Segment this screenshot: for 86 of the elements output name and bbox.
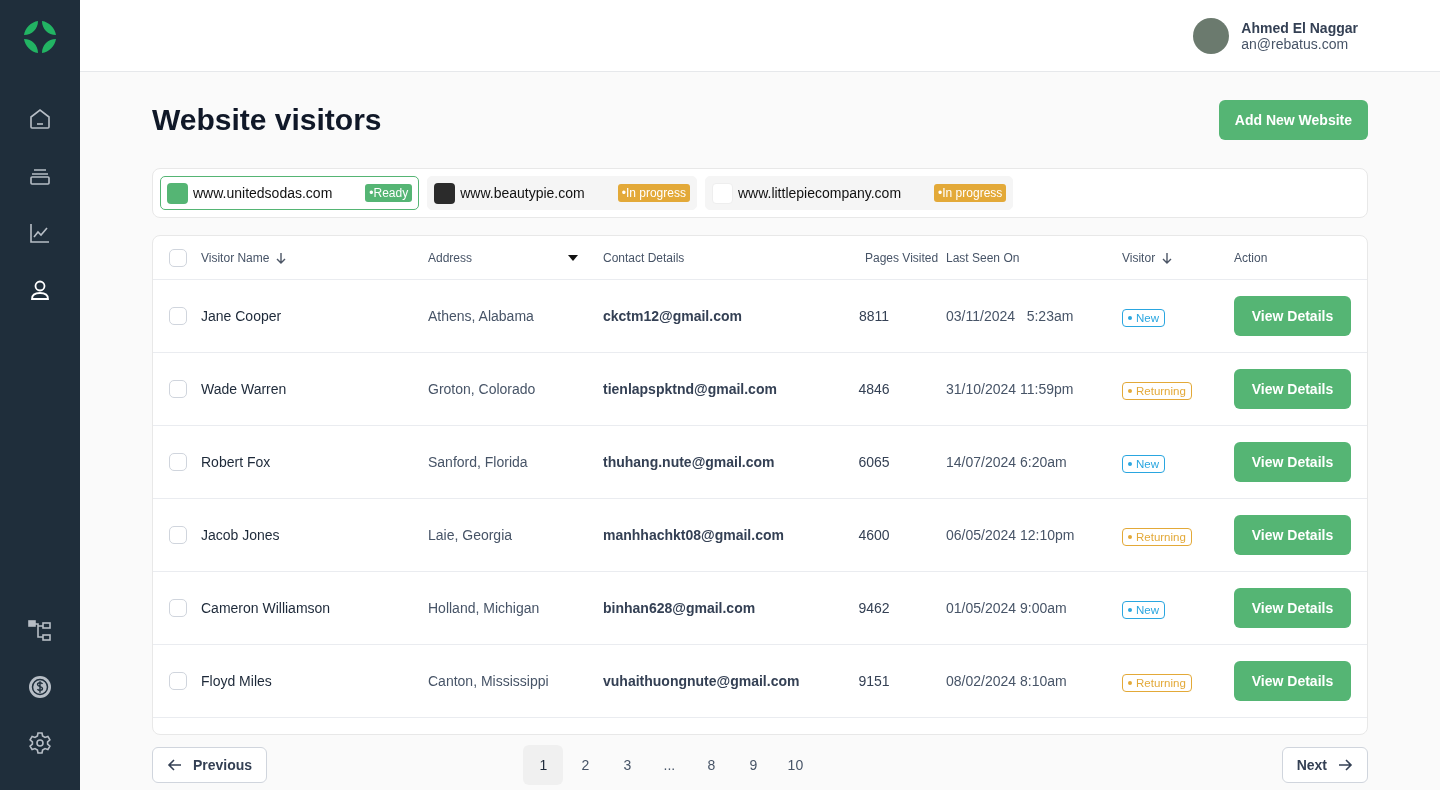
email-cell-text: vuhaithuongnute@gmail.com: [603, 673, 801, 689]
logo-icon: [24, 21, 56, 53]
site-tab[interactable]: www.beautypie.com •In progress: [427, 176, 697, 210]
address-cell-text: Holland, Michigan: [428, 600, 541, 616]
site-favicon: [167, 182, 188, 204]
row-checkbox[interactable]: [169, 307, 187, 325]
site-url: www.beautypie.com: [460, 185, 585, 201]
user-name: Ahmed El Naggar: [1241, 19, 1358, 36]
pages-cell-text: 9462: [857, 600, 891, 616]
visitor-tag: New: [1122, 600, 1165, 619]
user-icon[interactable]: [29, 279, 51, 301]
page-number[interactable]: 2: [565, 745, 606, 785]
status-badge: •In progress: [617, 184, 690, 202]
row-checkbox[interactable]: [169, 380, 187, 398]
column-header: Action: [1234, 250, 1269, 265]
avatar[interactable]: [1193, 17, 1230, 54]
column-header: Last Seen On: [946, 250, 1021, 265]
arrow-right-icon: [1337, 757, 1353, 773]
select-all-checkbox[interactable]: [169, 248, 187, 267]
column-header: Address: [428, 250, 603, 265]
visitor-name: Cameron Williamson: [201, 600, 332, 616]
address-cell-text: Athens, Alabama: [428, 308, 535, 324]
column-header: Visitor: [1122, 250, 1234, 265]
page-number[interactable]: 9: [733, 745, 774, 785]
next-button[interactable]: Next: [1281, 747, 1368, 783]
home-icon[interactable]: [29, 108, 51, 130]
last-seen-cell-text: 14/07/2024 6:20am: [946, 454, 1068, 470]
site-url: www.unitedsodas.com: [193, 185, 333, 201]
visitor-tag: New: [1122, 308, 1165, 327]
page-title: Website visitors: [152, 103, 382, 137]
site-favicon: [434, 182, 456, 204]
row-checkbox[interactable]: [169, 599, 187, 617]
visitor-name: Wade Warren: [201, 381, 288, 397]
visitor-tag: Returning: [1122, 381, 1192, 400]
pages-cell-text: 4600: [857, 527, 891, 543]
visitor-tag: Returning: [1122, 673, 1192, 692]
visitor-tag: New: [1122, 454, 1165, 473]
page-number[interactable]: 1: [523, 745, 564, 785]
last-seen-cell-text: 01/05/2024 9:00am: [946, 600, 1068, 616]
caret-icon[interactable]: [568, 254, 578, 261]
row-checkbox[interactable]: [169, 453, 187, 471]
site-url: www.littlepiecompany.com: [737, 185, 902, 201]
email-cell-text: manhhachkt08@gmail.com: [603, 527, 785, 543]
site-tab[interactable]: www.littlepiecompany.com •In progress: [704, 176, 1014, 210]
address-cell-text: Sanford, Florida: [428, 454, 529, 470]
pages-cell-text: 9151: [857, 673, 891, 689]
column-header: Pages Visited: [864, 250, 940, 265]
previous-button[interactable]: Previous: [152, 747, 268, 783]
visitor-name: Floyd Miles: [201, 673, 273, 689]
email-cell-text: binhan628@gmail.com: [603, 600, 757, 616]
sort-arrow-icon[interactable]: [275, 251, 288, 264]
email-cell-text: thuhang.nute@gmail.com: [603, 454, 776, 470]
arrow-left-icon: [167, 757, 183, 773]
visitor-name: Robert Fox: [201, 454, 272, 470]
user-email: an@rebatus.com: [1241, 35, 1349, 52]
row-checkbox[interactable]: [169, 526, 187, 544]
visitor-name: Jacob Jones: [201, 527, 281, 543]
pages-cell-text: 4846: [857, 381, 891, 397]
visitor-name: Jane Cooper: [201, 308, 283, 324]
email-cell-text: ckctm12@gmail.com: [603, 308, 743, 324]
dollar-coin-icon[interactable]: [28, 675, 52, 699]
address-cell-text: Laie, Georgia: [428, 527, 514, 543]
site-tab[interactable]: www.unitedsodas.com •Ready: [160, 176, 420, 210]
row-checkbox[interactable]: [169, 672, 187, 690]
settings-icon[interactable]: [28, 731, 52, 755]
chart-icon[interactable]: [29, 222, 51, 244]
last-seen-cell-text: 06/05/2024 12:10pm: [946, 527, 1076, 543]
email-cell-text: tienlapspktnd@gmail.com: [603, 381, 778, 397]
pages-cell-text: 8811: [857, 308, 891, 324]
visitor-tag: Returning: [1122, 527, 1192, 546]
last-seen-cell-text: 31/10/2024 11:59pm: [946, 381, 1075, 397]
status-badge: •Ready: [365, 184, 413, 202]
page-number[interactable]: ...: [649, 745, 690, 785]
status-badge: •In progress: [934, 184, 1007, 202]
hierarchy-icon[interactable]: [28, 619, 52, 643]
page-number[interactable]: 3: [607, 745, 648, 785]
column-header: Visitor Name: [201, 250, 428, 265]
page-number[interactable]: 10: [775, 745, 816, 785]
pages-cell-text: 6065: [857, 454, 891, 470]
page-number[interactable]: 8: [691, 745, 732, 785]
address-cell-text: Canton, Mississippi: [428, 673, 550, 689]
address-cell-text: Groton, Colorado: [428, 381, 537, 397]
sort-arrow-icon[interactable]: [1161, 251, 1174, 264]
column-header: Contact Details: [603, 250, 686, 265]
last-seen-cell-text: 03/11/2024 5:23am: [946, 308, 1075, 324]
last-seen-cell-text: 08/02/2024 8:10am: [946, 673, 1068, 689]
